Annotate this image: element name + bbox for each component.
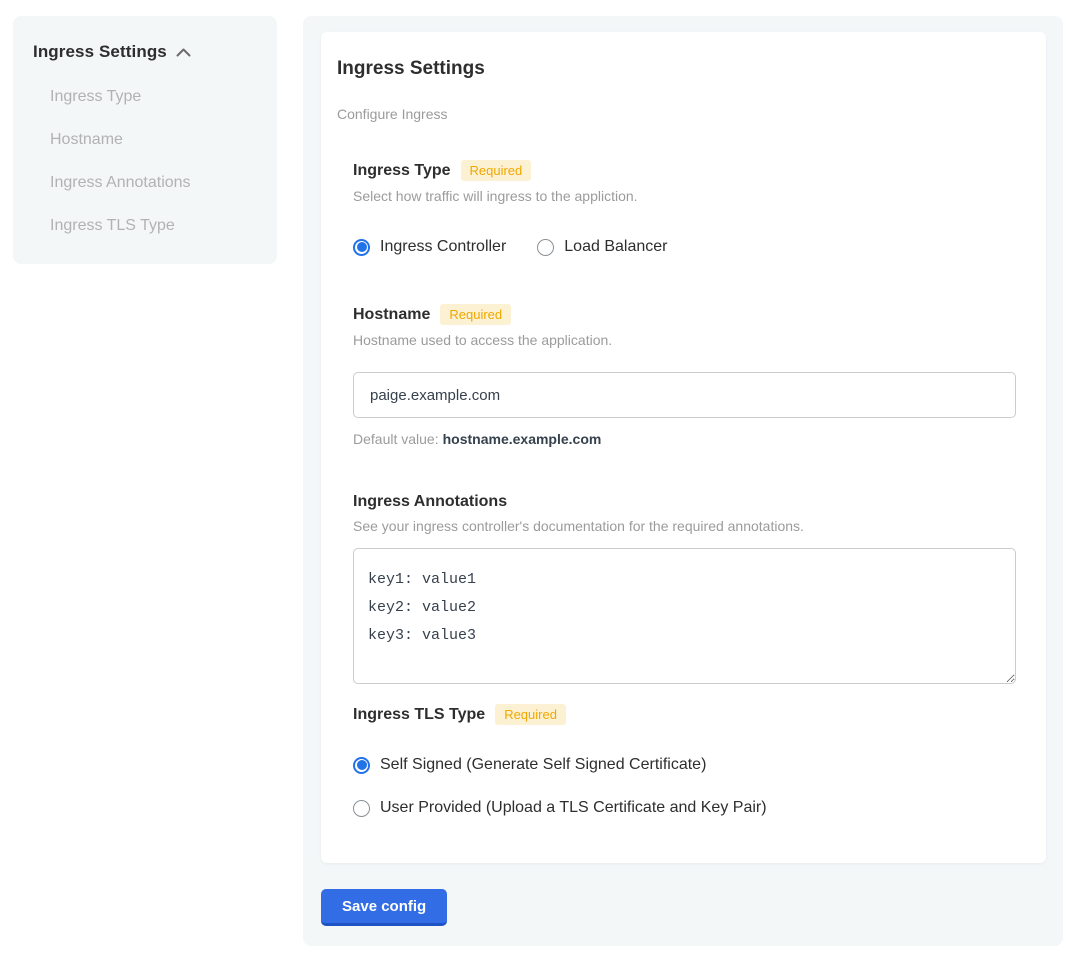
- field-group-ingress-tls-type: Ingress TLS Type Required Self Signed (G…: [353, 704, 1015, 817]
- config-card: Ingress Settings Configure Ingress Ingre…: [321, 32, 1046, 863]
- sidebar-section-toggle[interactable]: Ingress Settings: [33, 42, 257, 62]
- field-help-hostname: Hostname used to access the application.: [353, 332, 1015, 348]
- default-value-prefix: Default value:: [353, 431, 439, 447]
- field-label-ingress-tls-type: Ingress TLS Type: [353, 706, 485, 724]
- tls-type-radio-group: Self Signed (Generate Self Signed Certif…: [353, 725, 1015, 817]
- field-label-ingress-type: Ingress Type: [353, 162, 451, 180]
- field-help-ingress-annotations: See your ingress controller's documentat…: [353, 518, 1015, 534]
- radio-option-user-provided[interactable]: User Provided (Upload a TLS Certificate …: [353, 799, 1015, 817]
- sidebar-item-list: Ingress Type Hostname Ingress Annotation…: [50, 89, 257, 234]
- field-group-ingress-annotations: Ingress Annotations See your ingress con…: [353, 493, 1015, 684]
- radio-icon[interactable]: [353, 800, 370, 817]
- radio-label: User Provided (Upload a TLS Certificate …: [380, 799, 767, 817]
- radio-label: Self Signed (Generate Self Signed Certif…: [380, 756, 706, 774]
- hostname-input[interactable]: [353, 372, 1016, 418]
- radio-icon[interactable]: [537, 239, 554, 256]
- radio-option-ingress-controller[interactable]: Ingress Controller: [353, 238, 506, 256]
- hostname-default-line: Default value:hostname.example.com: [353, 431, 1015, 447]
- config-panel: Ingress Settings Configure Ingress Ingre…: [303, 16, 1063, 946]
- sidebar-item-ingress-annotations[interactable]: Ingress Annotations: [50, 175, 257, 191]
- page-title: Ingress Settings: [337, 58, 1015, 80]
- sidebar-item-ingress-type[interactable]: Ingress Type: [50, 89, 257, 105]
- settings-sidebar: Ingress Settings Ingress Type Hostname I…: [13, 16, 277, 264]
- radio-option-load-balancer[interactable]: Load Balancer: [537, 238, 667, 256]
- sidebar-item-hostname[interactable]: Hostname: [50, 132, 257, 148]
- chevron-up-icon: [176, 48, 191, 57]
- page-subtitle: Configure Ingress: [337, 106, 1015, 122]
- sidebar-section-title: Ingress Settings: [33, 42, 167, 62]
- sidebar-item-ingress-tls-type[interactable]: Ingress TLS Type: [50, 218, 257, 234]
- required-badge: Required: [440, 304, 511, 325]
- ingress-annotations-textarea[interactable]: key1: value1 key2: value2 key3: value3: [353, 548, 1016, 684]
- field-help-ingress-type: Select how traffic will ingress to the a…: [353, 188, 1015, 204]
- required-badge: Required: [495, 704, 566, 725]
- default-value-text: hostname.example.com: [443, 431, 602, 447]
- save-config-button[interactable]: Save config: [321, 889, 447, 926]
- radio-icon[interactable]: [353, 239, 370, 256]
- radio-icon[interactable]: [353, 757, 370, 774]
- field-label-hostname: Hostname: [353, 306, 430, 324]
- radio-label: Load Balancer: [564, 238, 667, 256]
- required-badge: Required: [461, 160, 532, 181]
- field-group-ingress-type: Ingress Type Required Select how traffic…: [353, 160, 1015, 256]
- radio-option-self-signed[interactable]: Self Signed (Generate Self Signed Certif…: [353, 756, 1015, 774]
- field-group-hostname: Hostname Required Hostname used to acces…: [353, 304, 1015, 447]
- field-label-ingress-annotations: Ingress Annotations: [353, 493, 507, 511]
- radio-label: Ingress Controller: [380, 238, 506, 256]
- ingress-type-radio-group: Ingress Controller Load Balancer: [353, 238, 1015, 256]
